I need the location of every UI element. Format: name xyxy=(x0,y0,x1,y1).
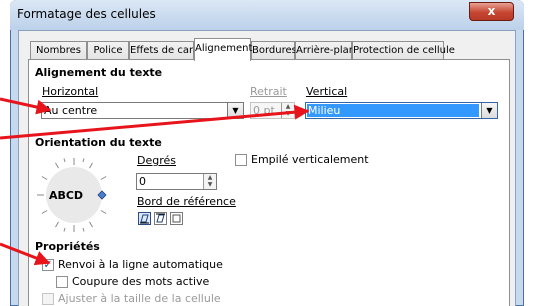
arrow-to-horizontal xyxy=(0,97,52,115)
annotation-arrows xyxy=(0,97,310,266)
arrow-to-vertical xyxy=(0,104,310,140)
arrow-to-wrap xyxy=(0,242,51,266)
